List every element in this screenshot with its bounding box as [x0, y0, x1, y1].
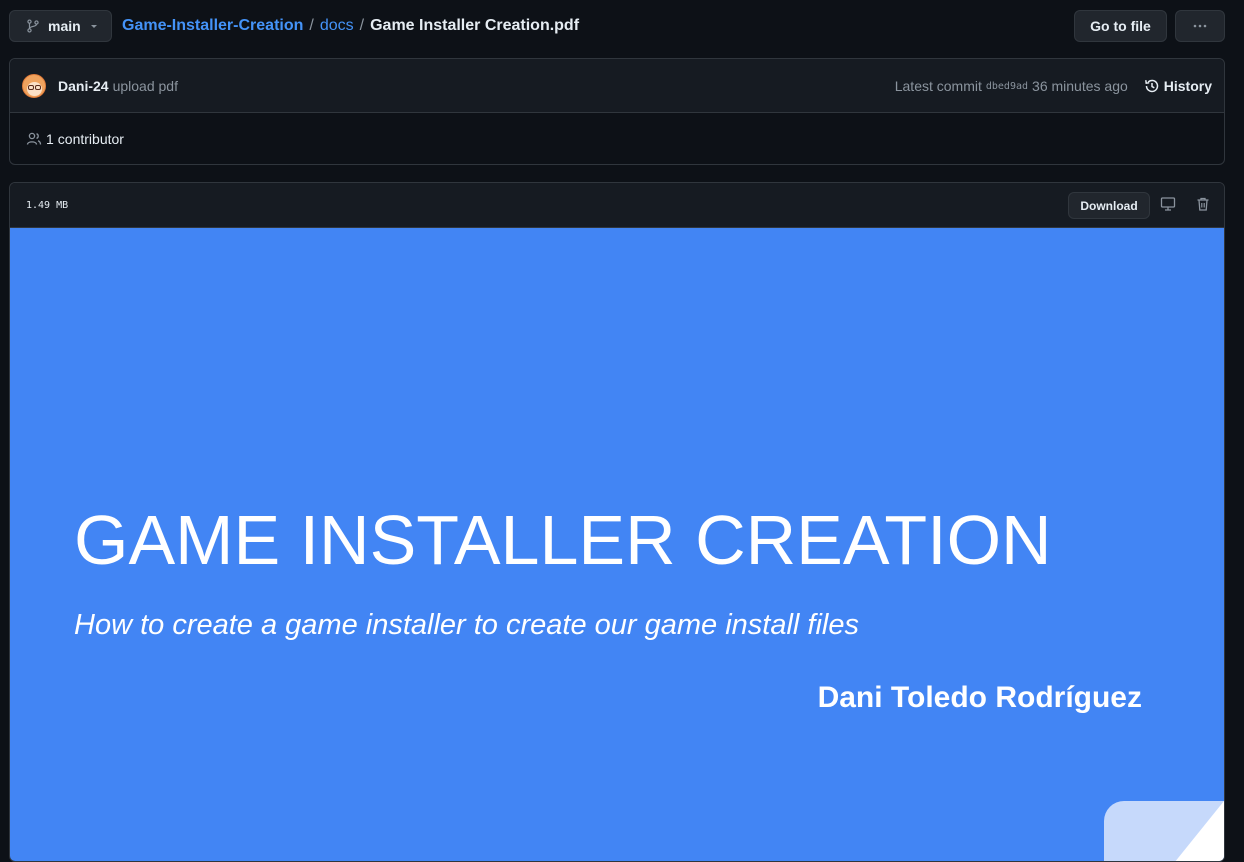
history-icon: [1144, 79, 1159, 93]
file-size: 1.49 MB: [26, 199, 69, 211]
contributors-row[interactable]: 1 contributor: [10, 113, 1224, 165]
go-to-file-button[interactable]: Go to file: [1074, 10, 1167, 42]
file-viewer: 1.49 MB Download GAME INSTALLER CREATION…: [9, 182, 1225, 862]
download-button[interactable]: Download: [1068, 192, 1150, 219]
branch-selector-button[interactable]: main: [9, 10, 112, 42]
breadcrumb-folder-link[interactable]: docs: [320, 17, 354, 35]
more-options-button[interactable]: [1175, 10, 1225, 42]
slide-author: Dani Toledo Rodríguez: [817, 681, 1142, 714]
commit-message-link[interactable]: upload pdf: [113, 78, 178, 94]
contributor-label: contributor: [57, 131, 124, 147]
page-fold-decoration: [1104, 801, 1224, 861]
history-label: History: [1163, 78, 1212, 94]
trash-icon[interactable]: [1195, 196, 1211, 217]
kebab-horizontal-icon: [1193, 24, 1207, 28]
slide-title: GAME INSTALLER CREATION: [74, 501, 1052, 579]
commit-sha-link[interactable]: dbed9ad: [986, 81, 1028, 92]
commit-time: 36 minutes ago: [1032, 78, 1128, 94]
history-button[interactable]: History: [1144, 78, 1212, 94]
file-navigation-bar: main Game-Installer-Creation / docs / Ga…: [9, 10, 1225, 42]
commit-author-link[interactable]: Dani-24: [58, 78, 109, 94]
caret-down-icon: [90, 25, 97, 28]
avatar[interactable]: [22, 73, 46, 98]
commit-row: Dani-24 upload pdf Latest commit dbed9ad…: [10, 59, 1224, 113]
breadcrumb-repo-link[interactable]: Game-Installer-Creation: [122, 17, 303, 35]
contributor-count: 1: [46, 131, 54, 147]
branch-name: main: [48, 18, 81, 34]
git-branch-icon: [27, 19, 39, 33]
latest-commit-box: Dani-24 upload pdf Latest commit dbed9ad…: [9, 58, 1225, 165]
breadcrumb-separator: /: [359, 17, 365, 34]
breadcrumb-current-file: Game Installer Creation.pdf: [370, 17, 580, 34]
commit-meta: Latest commit dbed9ad 36 minutes ago His…: [895, 59, 1212, 113]
breadcrumb: Game-Installer-Creation / docs / Game In…: [122, 10, 579, 42]
slide-subtitle: How to create a game installer to create…: [74, 609, 859, 641]
desktop-icon[interactable]: [1160, 196, 1176, 217]
file-header: 1.49 MB Download: [10, 183, 1224, 228]
breadcrumb-separator: /: [309, 17, 314, 34]
pdf-slide-preview: GAME INSTALLER CREATION How to create a …: [10, 228, 1224, 861]
people-icon: [26, 132, 42, 145]
latest-commit-label: Latest commit: [894, 78, 982, 94]
